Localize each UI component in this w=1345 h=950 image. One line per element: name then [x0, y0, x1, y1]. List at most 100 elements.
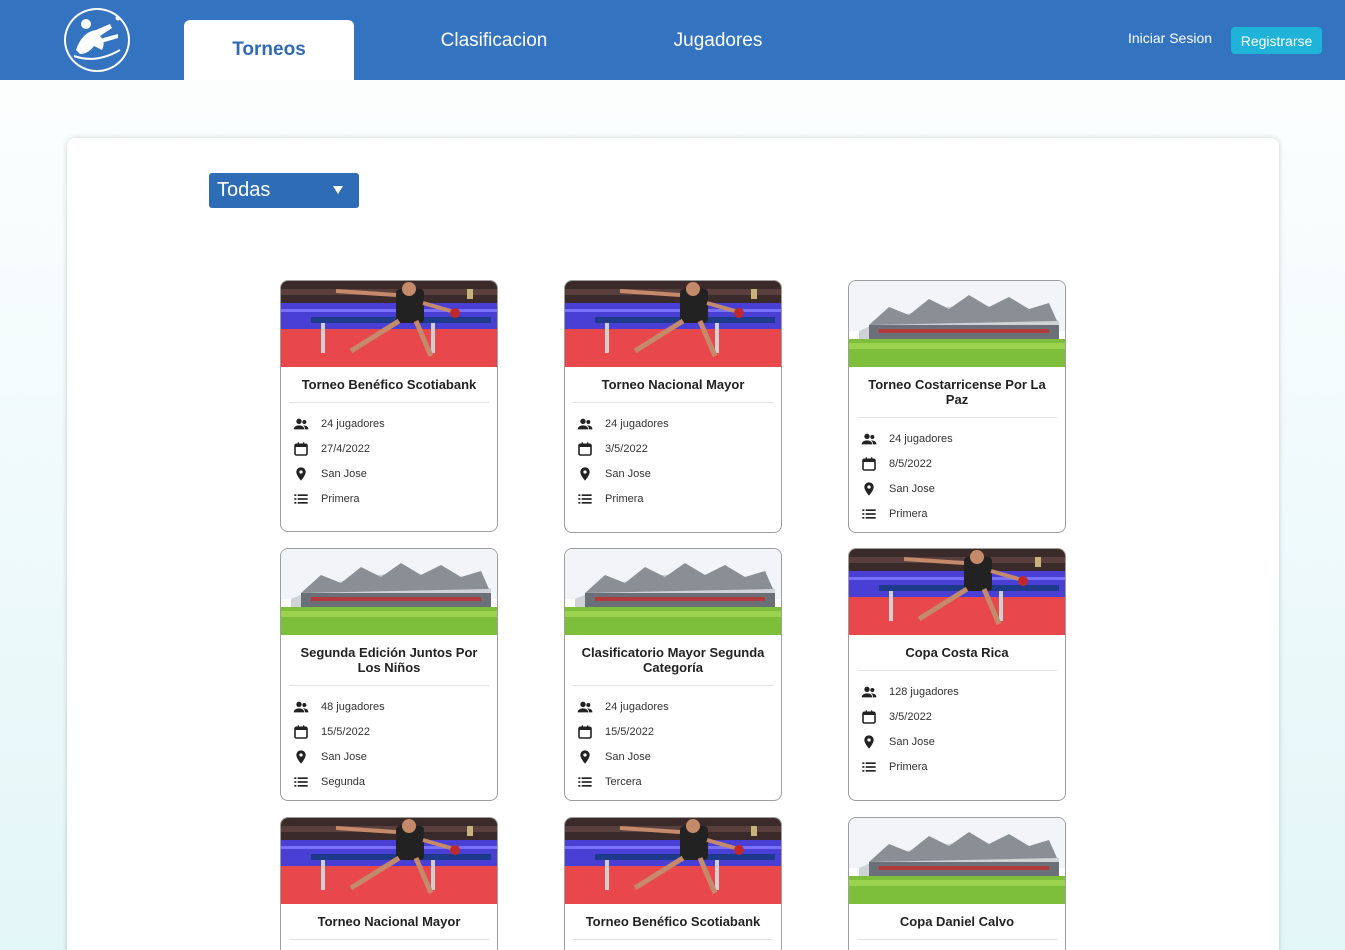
tournament-date: 8/5/2022: [889, 457, 932, 470]
tournament-location: San Jose: [889, 482, 935, 495]
players-row: 24 jugadores: [577, 694, 781, 719]
stadium-photo: [849, 281, 1065, 367]
players-row: 24 jugadores: [577, 411, 781, 436]
tournament-card[interactable]: Segunda Edición Juntos Por Los Niños 48 j…: [280, 548, 498, 801]
location-pin-icon: [577, 466, 593, 482]
tournament-card[interactable]: Torneo Benéfico Scotiabank: [564, 817, 782, 950]
date-row: 15/5/2022: [577, 719, 781, 744]
tournament-card[interactable]: Torneo Benéfico Scotiabank 24 jugadores 27…: [280, 280, 498, 532]
tab-clasificacion[interactable]: Clasificacion: [414, 20, 574, 80]
players-count: 128 jugadores: [889, 685, 959, 698]
tournament-card[interactable]: Torneo Costarricense Por La Paz 24 jugado…: [848, 280, 1066, 533]
card-info-list: 24 jugadores 3/5/2022 San Jose Primera: [565, 403, 781, 511]
table-tennis-player-photo: [565, 818, 781, 904]
players-count: 24 jugadores: [889, 432, 953, 445]
tournament-card[interactable]: Clasificatorio Mayor Segunda Categoría 24…: [564, 548, 782, 801]
list-icon: [577, 491, 593, 507]
location-row: San Jose: [293, 744, 497, 769]
date-row: 3/5/2022: [577, 436, 781, 461]
tab-jugadores[interactable]: Jugadores: [648, 20, 788, 80]
tournament-date: 15/5/2022: [605, 725, 654, 738]
card-divider: [289, 939, 489, 940]
list-icon: [293, 491, 309, 507]
tournament-category: Tercera: [605, 775, 642, 788]
tournament-category: Primera: [321, 492, 360, 505]
tournament-card[interactable]: Copa Costa Rica 128 jugadores 3/5/2022 San …: [848, 548, 1066, 801]
card-title: Torneo Benéfico Scotiabank: [585, 914, 761, 929]
tournament-card[interactable]: Torneo Nacional Mayor: [280, 817, 498, 950]
people-icon: [293, 416, 309, 432]
date-row: 8/5/2022: [861, 451, 1065, 476]
card-title: Torneo Benéfico Scotiabank: [301, 377, 477, 392]
card-info-list: 24 jugadores 8/5/2022 San Jose Primera: [849, 418, 1065, 526]
login-link[interactable]: Iniciar Sesion: [1118, 30, 1222, 46]
location-pin-icon: [293, 466, 309, 482]
card-title: Torneo Costarricense Por La Paz: [868, 377, 1046, 407]
people-icon: [577, 699, 593, 715]
location-row: San Jose: [577, 461, 781, 486]
category-row: Primera: [861, 754, 1065, 779]
date-row: 15/5/2022: [293, 719, 497, 744]
people-icon: [577, 416, 593, 432]
tournament-date: 3/5/2022: [605, 442, 648, 455]
stadium-photo: [281, 549, 497, 635]
people-icon: [861, 684, 877, 700]
table-tennis-player-photo: [565, 281, 781, 367]
list-icon: [577, 774, 593, 790]
card-title: Segunda Edición Juntos Por Los Niños: [300, 645, 478, 675]
tournament-category: Primera: [889, 507, 928, 520]
caret-down-icon: [333, 186, 343, 194]
stadium-photo: [849, 818, 1065, 904]
calendar-icon: [293, 441, 309, 457]
register-button[interactable]: Registrarse: [1231, 27, 1322, 54]
stadium-photo: [565, 549, 781, 635]
category-row: Primera: [577, 486, 781, 511]
card-info-list: 24 jugadores 27/4/2022 San Jose Primera: [281, 403, 497, 511]
tournament-date: 27/4/2022: [321, 442, 370, 455]
tournament-card[interactable]: Copa Daniel Calvo: [848, 817, 1066, 950]
category-row: Segunda: [293, 769, 497, 794]
players-row: 24 jugadores: [293, 411, 497, 436]
players-count: 24 jugadores: [605, 700, 669, 713]
table-tennis-player-photo: [281, 818, 497, 904]
category-filter-select[interactable]: Todas: [209, 173, 359, 208]
table-tennis-player-photo: [281, 281, 497, 367]
category-row: Primera: [293, 486, 497, 511]
category-row: Tercera: [577, 769, 781, 794]
location-row: San Jose: [293, 461, 497, 486]
card-divider: [573, 939, 773, 940]
location-row: San Jose: [861, 476, 1065, 501]
card-info-list: 128 jugadores 3/5/2022 San Jose Primera: [849, 671, 1065, 779]
list-icon: [861, 506, 877, 522]
location-row: San Jose: [861, 729, 1065, 754]
table-tennis-player-photo: [849, 549, 1065, 635]
tournament-card[interactable]: Torneo Nacional Mayor 24 jugadores 3/5/202…: [564, 280, 782, 533]
list-icon: [293, 774, 309, 790]
calendar-icon: [293, 724, 309, 740]
tournament-location: San Jose: [321, 467, 367, 480]
players-count: 48 jugadores: [321, 700, 385, 713]
location-row: San Jose: [577, 744, 781, 769]
card-title: Copa Daniel Calvo: [899, 914, 1015, 929]
top-navbar: Torneos Clasificacion Jugadores Iniciar …: [0, 0, 1345, 80]
calendar-icon: [861, 709, 877, 725]
tournament-date: 15/5/2022: [321, 725, 370, 738]
players-row: 24 jugadores: [861, 426, 1065, 451]
calendar-icon: [577, 724, 593, 740]
tournament-category: Primera: [889, 760, 928, 773]
logo-icon[interactable]: [64, 8, 130, 72]
calendar-icon: [577, 441, 593, 457]
card-title: Copa Costa Rica: [905, 645, 1009, 660]
people-icon: [293, 699, 309, 715]
location-pin-icon: [577, 749, 593, 765]
list-icon: [861, 759, 877, 775]
tournament-location: San Jose: [605, 467, 651, 480]
card-info-list: 24 jugadores 15/5/2022 San Jose Tercera: [565, 686, 781, 794]
tab-torneos[interactable]: Torneos: [184, 20, 354, 80]
tournament-location: San Jose: [605, 750, 651, 763]
tournament-location: San Jose: [321, 750, 367, 763]
date-row: 27/4/2022: [293, 436, 497, 461]
players-count: 24 jugadores: [321, 417, 385, 430]
players-row: 128 jugadores: [861, 679, 1065, 704]
calendar-icon: [861, 456, 877, 472]
